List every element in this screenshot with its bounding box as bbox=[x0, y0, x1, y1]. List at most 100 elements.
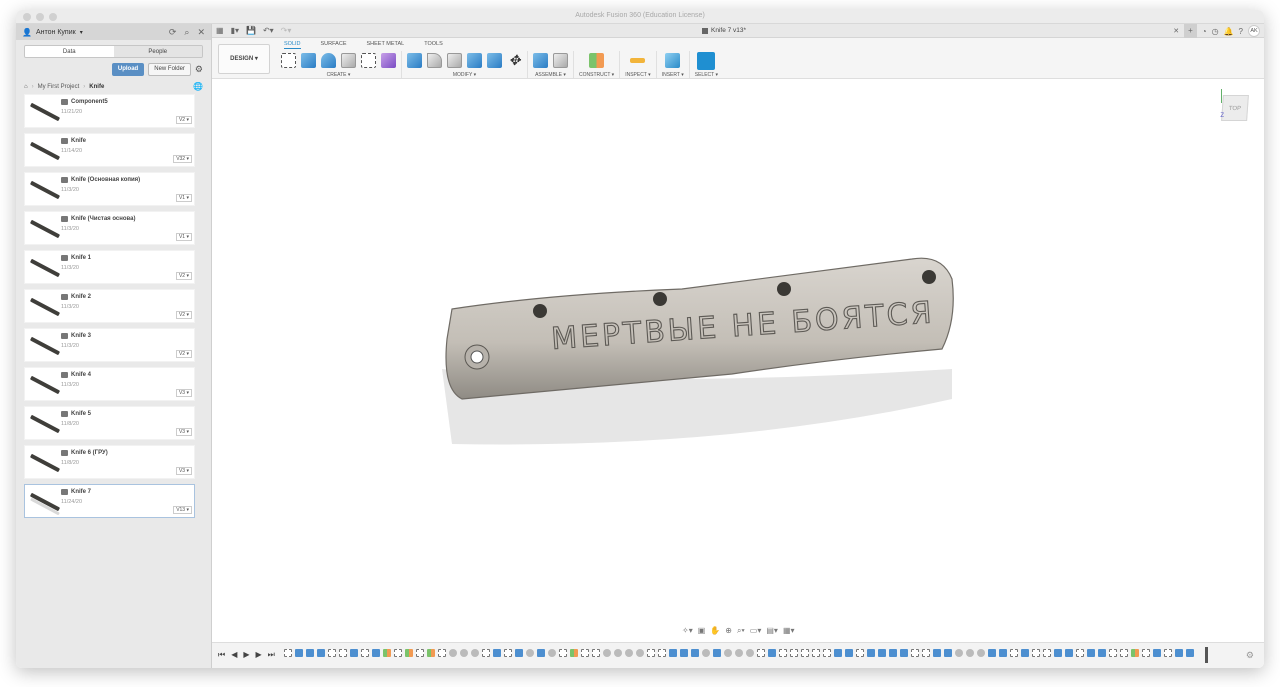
save-icon[interactable]: 💾 bbox=[246, 26, 256, 35]
go-to-start-icon[interactable]: ⏮ bbox=[218, 650, 225, 660]
timeline-feature[interactable] bbox=[526, 649, 534, 657]
timeline-feature[interactable] bbox=[878, 649, 886, 657]
version-dropdown[interactable]: V32 ▾ bbox=[173, 155, 192, 163]
timeline-feature[interactable] bbox=[735, 649, 743, 657]
tab-surface[interactable]: SURFACE bbox=[321, 41, 347, 49]
viewports-icon[interactable]: ▦▾ bbox=[783, 626, 795, 636]
timeline-feature[interactable] bbox=[1186, 649, 1194, 657]
select-menu[interactable]: SELECT ▾ bbox=[695, 72, 718, 78]
timeline-feature[interactable] bbox=[724, 649, 732, 657]
timeline-feature[interactable] bbox=[515, 649, 523, 657]
timeline-feature[interactable] bbox=[746, 649, 754, 657]
version-dropdown[interactable]: V3 ▾ bbox=[175, 389, 192, 397]
timeline-feature[interactable] bbox=[1076, 649, 1084, 657]
grid-settings-icon[interactable]: ▤▾ bbox=[766, 626, 778, 636]
timeline-feature[interactable] bbox=[713, 649, 721, 657]
timeline-feature[interactable] bbox=[471, 649, 479, 657]
orbit-icon[interactable]: ✧▾ bbox=[682, 626, 693, 636]
timeline-gear-icon[interactable]: ⚙ bbox=[1246, 650, 1254, 661]
timeline-feature[interactable] bbox=[823, 649, 831, 657]
step-back-icon[interactable]: ◀ bbox=[231, 650, 237, 660]
bell-icon[interactable]: 🔔 bbox=[1224, 27, 1234, 36]
timeline-feature[interactable] bbox=[757, 649, 765, 657]
help-icon[interactable]: ? bbox=[1239, 27, 1243, 36]
chevron-down-icon[interactable]: ▾ bbox=[80, 29, 83, 36]
timeline-feature[interactable] bbox=[658, 649, 666, 657]
timeline-feature[interactable] bbox=[1087, 649, 1095, 657]
timeline-feature[interactable] bbox=[779, 649, 787, 657]
timeline-feature[interactable] bbox=[900, 649, 908, 657]
timeline-feature[interactable] bbox=[350, 649, 358, 657]
upload-button[interactable]: Upload bbox=[111, 63, 145, 76]
timeline-feature[interactable] bbox=[1153, 649, 1161, 657]
timeline-feature[interactable] bbox=[691, 649, 699, 657]
timeline-feature[interactable] bbox=[911, 649, 919, 657]
version-dropdown[interactable]: V1 ▾ bbox=[175, 233, 192, 241]
assemble-menu[interactable]: ASSEMBLE ▾ bbox=[535, 72, 566, 78]
redo-icon[interactable]: ↷▾ bbox=[281, 26, 292, 35]
insert-menu[interactable]: INSERT ▾ bbox=[662, 72, 684, 78]
timeline-feature[interactable] bbox=[625, 649, 633, 657]
timeline-feature[interactable] bbox=[372, 649, 380, 657]
timeline-feature[interactable] bbox=[977, 649, 985, 657]
construct-menu[interactable]: CONSTRUCT ▾ bbox=[579, 72, 614, 78]
timeline-feature[interactable] bbox=[1120, 649, 1128, 657]
file-icon[interactable]: ▮▾ bbox=[231, 26, 239, 35]
timeline-feature[interactable] bbox=[1142, 649, 1150, 657]
file-list-item[interactable]: Knife 7 11/24/20 V13 ▾ bbox=[24, 484, 195, 518]
press-pull-icon[interactable] bbox=[407, 53, 422, 68]
timeline-feature[interactable] bbox=[966, 649, 974, 657]
split-body-icon[interactable] bbox=[487, 53, 502, 68]
timeline-feature[interactable] bbox=[570, 649, 578, 657]
step-forward-icon[interactable]: ▶ bbox=[256, 650, 262, 660]
timeline-feature[interactable] bbox=[482, 649, 490, 657]
close-tab-icon[interactable]: ✕ bbox=[1173, 27, 1179, 35]
timeline-feature[interactable] bbox=[1098, 649, 1106, 657]
timeline-feature[interactable] bbox=[1054, 649, 1062, 657]
create-sketch-icon[interactable] bbox=[281, 53, 296, 68]
version-dropdown[interactable]: V2 ▾ bbox=[175, 350, 192, 358]
measure-icon[interactable] bbox=[630, 58, 646, 63]
timeline-feature[interactable] bbox=[284, 649, 292, 657]
pan-icon[interactable]: ✋ bbox=[710, 626, 720, 636]
timeline-feature[interactable] bbox=[933, 649, 941, 657]
breadcrumb-project[interactable]: My First Project bbox=[38, 84, 80, 90]
timeline-feature[interactable] bbox=[614, 649, 622, 657]
timeline-feature[interactable] bbox=[1010, 649, 1018, 657]
home-icon[interactable]: ⌂ bbox=[24, 84, 28, 90]
search-icon[interactable]: ⌕ bbox=[184, 27, 189, 38]
timeline-feature[interactable] bbox=[955, 649, 963, 657]
timeline-feature[interactable] bbox=[768, 649, 776, 657]
extrude-icon[interactable] bbox=[301, 53, 316, 68]
timeline-feature[interactable] bbox=[394, 649, 402, 657]
look-at-icon[interactable]: ▣ bbox=[698, 626, 706, 636]
avatar[interactable]: AK bbox=[1248, 25, 1260, 37]
timeline-feature[interactable] bbox=[460, 649, 468, 657]
version-dropdown[interactable]: V1 ▾ bbox=[175, 194, 192, 202]
close-icon[interactable]: ✕ bbox=[197, 27, 205, 38]
timeline-feature[interactable] bbox=[922, 649, 930, 657]
clock-icon[interactable]: ◷ bbox=[1212, 27, 1219, 36]
timeline-feature[interactable] bbox=[306, 649, 314, 657]
timeline-feature[interactable] bbox=[636, 649, 644, 657]
timeline-feature[interactable] bbox=[834, 649, 842, 657]
form-icon[interactable] bbox=[381, 53, 396, 68]
combine-icon[interactable] bbox=[467, 53, 482, 68]
fit-icon[interactable]: ⌕▾ bbox=[737, 626, 745, 636]
offset-plane-icon[interactable] bbox=[589, 53, 605, 68]
new-folder-button[interactable]: New Folder bbox=[148, 63, 191, 76]
timeline-feature[interactable] bbox=[1032, 649, 1040, 657]
timeline-feature[interactable] bbox=[669, 649, 677, 657]
new-tab-button[interactable]: + bbox=[1184, 24, 1197, 38]
hole-icon[interactable] bbox=[341, 53, 356, 68]
timeline-feature[interactable] bbox=[317, 649, 325, 657]
version-dropdown[interactable]: V2 ▾ bbox=[175, 272, 192, 280]
version-dropdown[interactable]: V2 ▾ bbox=[175, 311, 192, 319]
move-icon[interactable]: ✥ bbox=[507, 53, 522, 68]
timeline-feature[interactable] bbox=[790, 649, 798, 657]
timeline-feature[interactable] bbox=[339, 649, 347, 657]
timeline-feature[interactable] bbox=[1131, 649, 1139, 657]
timeline-feature[interactable] bbox=[328, 649, 336, 657]
modify-menu[interactable]: MODIFY ▾ bbox=[453, 72, 476, 78]
timeline-feature[interactable] bbox=[1164, 649, 1172, 657]
